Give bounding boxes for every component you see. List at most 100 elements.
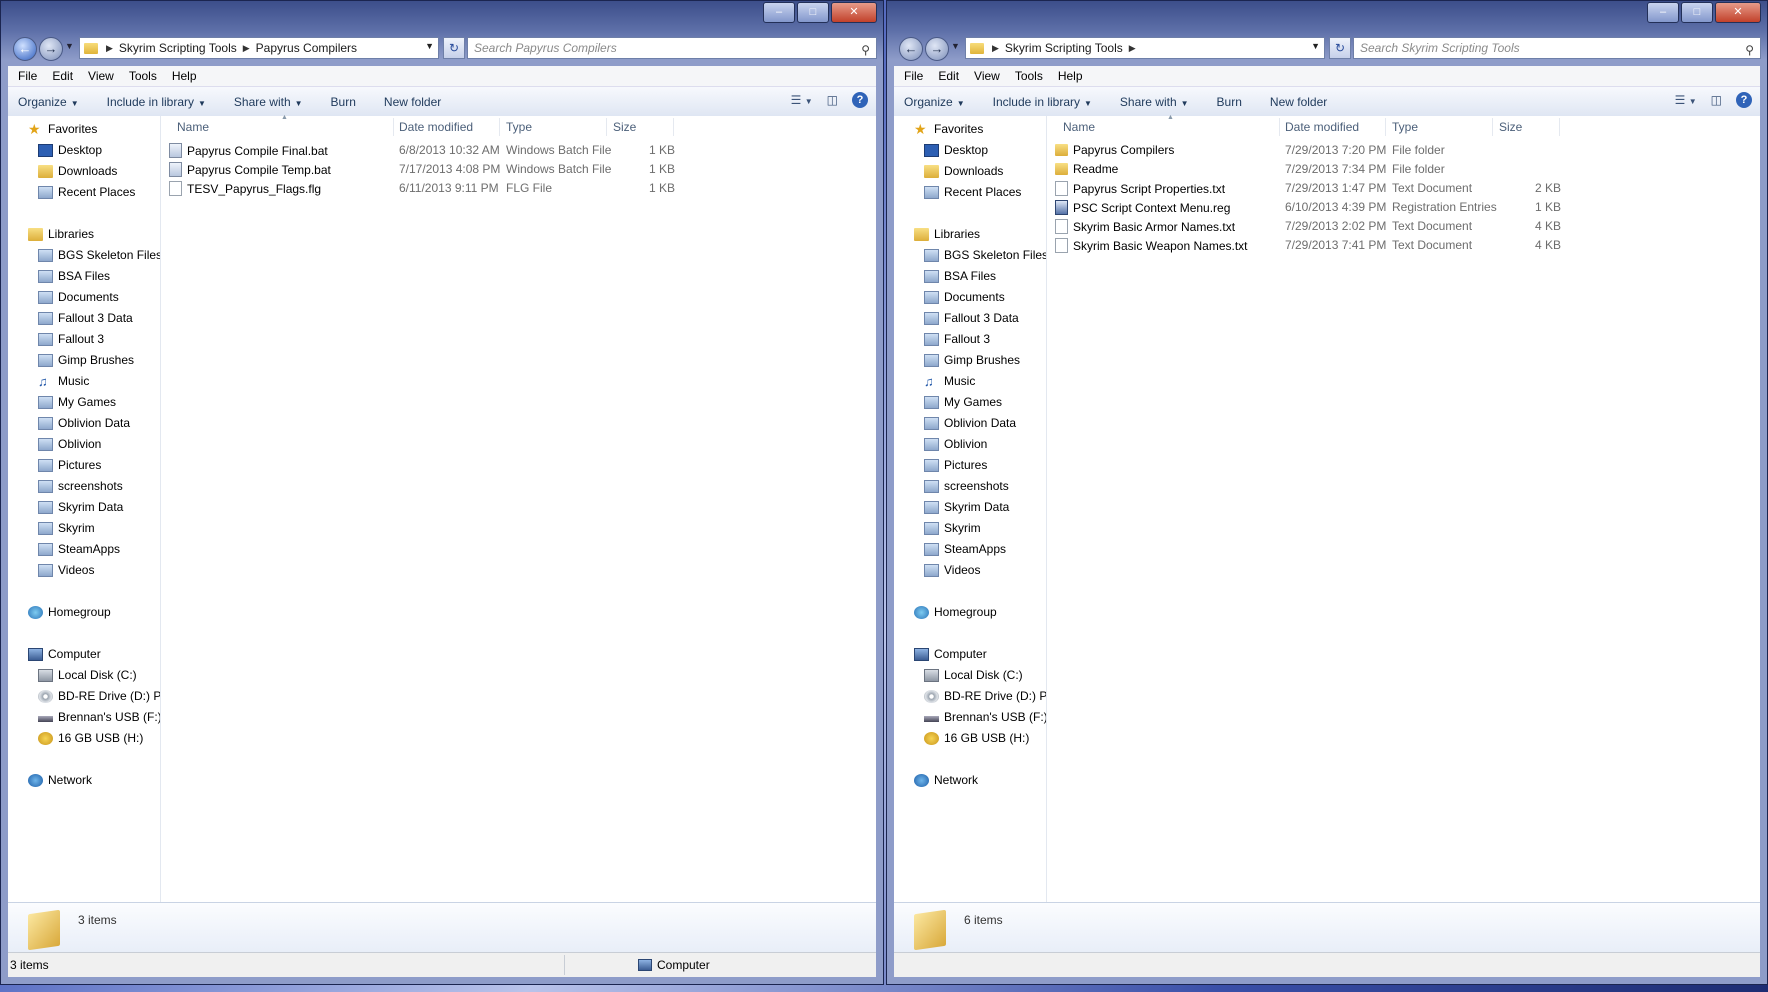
table-row[interactable]: Skyrim Basic Armor Names.txt 7/29/2013 2… [1047, 217, 1760, 236]
column-size[interactable]: Size [613, 120, 636, 134]
view-options-icon[interactable]: ☰ ▼ [791, 93, 813, 107]
nav-library-item[interactable]: BSA Files [8, 266, 110, 286]
preview-pane-icon[interactable]: ◫ [1711, 93, 1722, 107]
nav-library-item[interactable]: Fallout 3 [894, 329, 990, 349]
table-row[interactable]: Papyrus Script Properties.txt 7/29/2013 … [1047, 179, 1760, 198]
forward-arrow-icon[interactable]: → [925, 37, 949, 61]
nav-library-item[interactable]: Oblivion [8, 434, 101, 454]
nav-library-item[interactable]: Gimp Brushes [8, 350, 134, 370]
nav-library-item[interactable]: Videos [894, 560, 980, 580]
nav-favorites[interactable]: ★ Favorites [8, 119, 97, 139]
breadcrumb-skyrim-scripting-tools[interactable]: Skyrim Scripting Tools [1001, 41, 1127, 55]
nav-library-item[interactable]: SteamApps [894, 539, 1006, 559]
minimize-icon[interactable]: – [1647, 2, 1679, 23]
nav-library-item[interactable]: Gimp Brushes [894, 350, 1020, 370]
nav-library-item[interactable]: Skyrim [894, 518, 981, 538]
back-arrow-icon[interactable]: ← [899, 37, 923, 61]
menu-help[interactable]: Help [1058, 69, 1083, 83]
nav-library-item[interactable]: SteamApps [8, 539, 120, 559]
breadcrumb-arrow-icon[interactable]: ▶ [1127, 43, 1138, 54]
nav-recent-places[interactable]: Recent Places [8, 182, 135, 202]
organize-button[interactable]: Organize ▼ [904, 95, 965, 109]
nav-libraries[interactable]: Libraries [8, 224, 94, 244]
column-name[interactable]: Name [177, 120, 209, 134]
nav-library-item[interactable]: ♫ Music [894, 371, 975, 391]
nav-homegroup[interactable]: Homegroup [8, 602, 111, 622]
table-row[interactable]: Skyrim Basic Weapon Names.txt 7/29/2013 … [1047, 236, 1760, 255]
nav-library-item[interactable]: Fallout 3 Data [8, 308, 133, 328]
menu-tools[interactable]: Tools [1015, 69, 1043, 83]
menu-edit[interactable]: Edit [938, 69, 959, 83]
new-folder-button[interactable]: New folder [1270, 95, 1327, 109]
search-input[interactable]: Search Papyrus Compilers ⚲ [467, 37, 877, 59]
nav-desktop[interactable]: Desktop [8, 140, 102, 160]
nav-favorites[interactable]: ★ Favorites [894, 119, 983, 139]
nav-library-item[interactable]: My Games [8, 392, 116, 412]
table-row[interactable]: TESV_Papyrus_Flags.flg 6/11/2013 9:11 PM… [161, 179, 876, 198]
column-date-modified[interactable]: Date modified [399, 120, 473, 134]
nav-library-item[interactable]: Documents [8, 287, 119, 307]
back-arrow-icon[interactable]: ← [13, 37, 37, 61]
nav-library-item[interactable]: ♫ Music [8, 371, 89, 391]
refresh-icon[interactable]: ↻ [443, 37, 465, 59]
nav-library-item[interactable]: Skyrim Data [8, 497, 123, 517]
nav-homegroup[interactable]: Homegroup [894, 602, 997, 622]
table-row[interactable]: Readme 7/29/2013 7:34 PM File folder [1047, 160, 1760, 179]
menu-help[interactable]: Help [172, 69, 197, 83]
nav-network[interactable]: Network [8, 770, 92, 790]
address-bar[interactable]: ▶ Skyrim Scripting Tools ▶ Papyrus Compi… [79, 37, 439, 59]
nav-drive[interactable]: 16 GB USB (H:) [894, 728, 1029, 748]
breadcrumb-arrow-icon[interactable]: ▶ [241, 43, 252, 54]
burn-button[interactable]: Burn [1217, 95, 1242, 109]
help-icon[interactable]: ? [852, 92, 868, 108]
table-row[interactable]: Papyrus Compilers 7/29/2013 7:20 PM File… [1047, 141, 1760, 160]
table-row[interactable]: Papyrus Compile Temp.bat 7/17/2013 4:08 … [161, 160, 876, 179]
close-icon[interactable]: ✕ [831, 2, 877, 23]
nav-library-item[interactable]: My Games [894, 392, 1002, 412]
nav-library-item[interactable]: screenshots [8, 476, 123, 496]
nav-library-item[interactable]: Fallout 3 [8, 329, 104, 349]
new-folder-button[interactable]: New folder [384, 95, 441, 109]
nav-library-item[interactable]: BSA Files [894, 266, 996, 286]
column-size[interactable]: Size [1499, 120, 1522, 134]
address-dropdown-icon[interactable]: ▼ [425, 41, 434, 51]
search-icon[interactable]: ⚲ [861, 40, 870, 58]
nav-drive[interactable]: Local Disk (C:) [894, 665, 1023, 685]
address-bar[interactable]: ▶ Skyrim Scripting Tools ▶ ▼ [965, 37, 1325, 59]
column-date-modified[interactable]: Date modified [1285, 120, 1359, 134]
nav-network[interactable]: Network [894, 770, 978, 790]
nav-downloads[interactable]: Downloads [8, 161, 117, 181]
maximize-icon[interactable]: □ [797, 2, 829, 23]
title-bar[interactable]: – □ ✕ [887, 1, 1767, 33]
organize-button[interactable]: Organize ▼ [18, 95, 79, 109]
nav-library-item[interactable]: Videos [8, 560, 94, 580]
nav-libraries[interactable]: Libraries [894, 224, 980, 244]
preview-pane-icon[interactable]: ◫ [827, 93, 838, 107]
close-icon[interactable]: ✕ [1715, 2, 1761, 23]
menu-tools[interactable]: Tools [129, 69, 157, 83]
column-type[interactable]: Type [506, 120, 532, 134]
view-options-icon[interactable]: ☰ ▼ [1675, 93, 1697, 107]
column-name[interactable]: Name [1063, 120, 1095, 134]
column-type[interactable]: Type [1392, 120, 1418, 134]
title-bar[interactable]: – □ ✕ [1, 1, 883, 33]
nav-library-item[interactable]: Oblivion Data [8, 413, 130, 433]
nav-library-item[interactable]: Oblivion [894, 434, 987, 454]
nav-library-item[interactable]: Skyrim Data [894, 497, 1009, 517]
breadcrumb-papyrus-compilers[interactable]: Papyrus Compilers [252, 41, 361, 55]
menu-view[interactable]: View [88, 69, 114, 83]
search-input[interactable]: Search Skyrim Scripting Tools ⚲ [1353, 37, 1761, 59]
address-dropdown-icon[interactable]: ▼ [1311, 41, 1320, 51]
table-row[interactable]: Papyrus Compile Final.bat 6/8/2013 10:32… [161, 141, 876, 160]
nav-library-item[interactable]: BGS Skeleton Files [8, 245, 160, 265]
minimize-icon[interactable]: – [763, 2, 795, 23]
nav-computer[interactable]: Computer [8, 644, 101, 664]
nav-drive[interactable]: Local Disk (C:) [8, 665, 137, 685]
menu-edit[interactable]: Edit [52, 69, 73, 83]
nav-drive[interactable]: BD-RE Drive (D:) PR [894, 686, 1046, 706]
search-icon[interactable]: ⚲ [1745, 40, 1754, 58]
maximize-icon[interactable]: □ [1681, 2, 1713, 23]
nav-drive[interactable]: Brennan's USB (F:) [8, 707, 160, 727]
include-in-library-button[interactable]: Include in library ▼ [993, 95, 1092, 109]
burn-button[interactable]: Burn [331, 95, 356, 109]
